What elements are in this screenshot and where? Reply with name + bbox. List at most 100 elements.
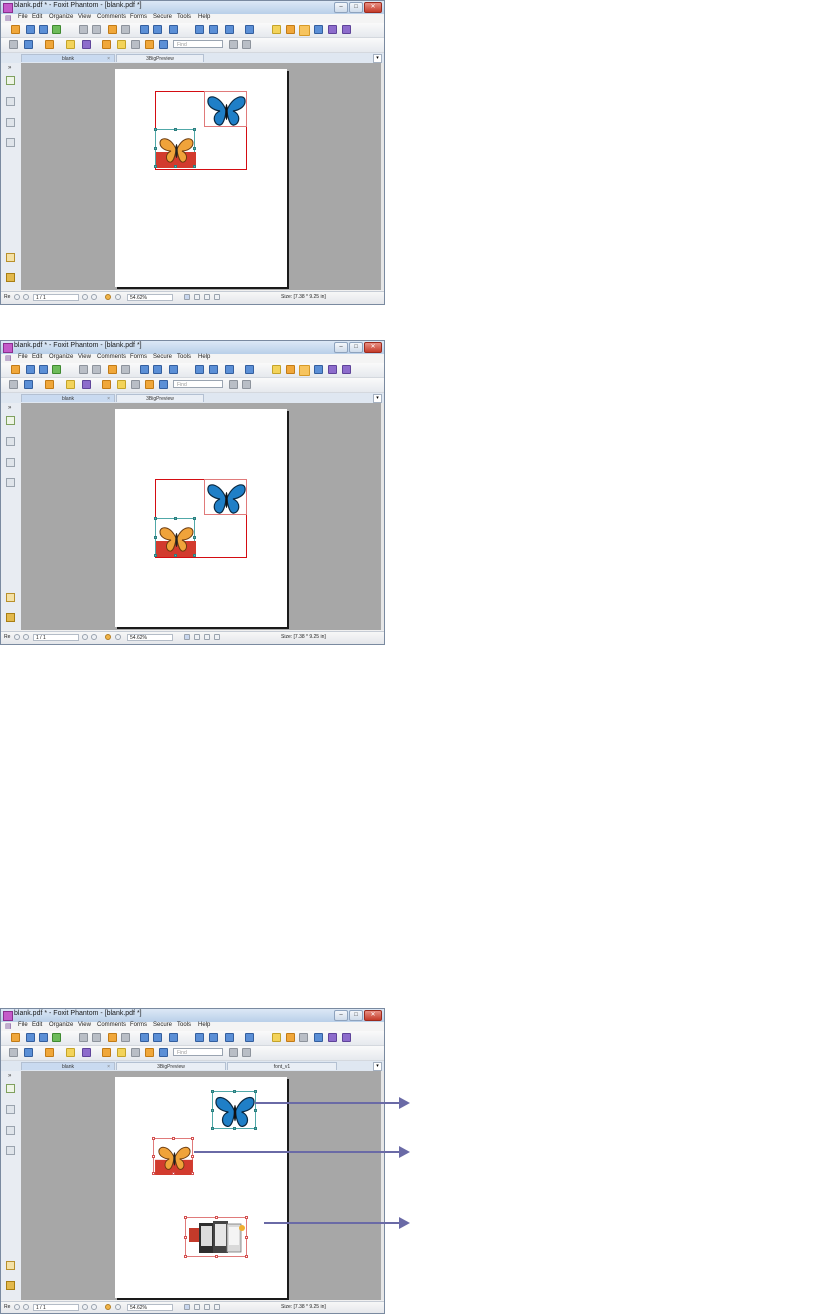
hand-tool-icon[interactable] [272, 365, 281, 374]
save-icon[interactable] [26, 365, 35, 374]
butterfly-orange-image[interactable] [152, 1137, 194, 1175]
menu-help[interactable]: Help [198, 14, 210, 20]
single-page-icon[interactable] [184, 634, 190, 640]
find-next-icon[interactable] [242, 40, 251, 49]
zoom-icon[interactable] [169, 25, 178, 34]
butterfly-blue-image[interactable] [204, 91, 247, 127]
find-previous-icon[interactable] [229, 40, 238, 49]
continuous-facing-icon[interactable] [214, 634, 220, 640]
close-button[interactable]: ✕ [364, 1010, 382, 1021]
resize-handle[interactable] [154, 147, 157, 150]
zoom-out-icon[interactable] [225, 25, 234, 34]
zoom-in-icon[interactable] [245, 25, 254, 34]
continuous-facing-icon[interactable] [214, 1304, 220, 1310]
menu-view[interactable]: View [78, 14, 91, 20]
comments-panel-icon[interactable] [6, 458, 15, 467]
text-box-icon[interactable] [9, 380, 18, 389]
resize-handle[interactable] [211, 1109, 214, 1112]
resize-handle[interactable] [172, 1172, 175, 1175]
hand-tool-icon[interactable] [272, 25, 281, 34]
zoom-icon[interactable] [169, 1033, 178, 1042]
open-icon[interactable] [11, 25, 20, 34]
redo-icon[interactable] [92, 25, 101, 34]
paste-icon[interactable] [153, 1033, 162, 1042]
fit-page-icon[interactable] [195, 365, 204, 374]
pencil-icon[interactable] [24, 380, 33, 389]
butterfly-orange-image[interactable] [154, 517, 196, 557]
resize-handle[interactable] [174, 165, 177, 168]
vertical-scrollbar[interactable] [381, 1071, 384, 1300]
image-tool-icon[interactable] [342, 1033, 351, 1042]
hand-tool-icon[interactable] [272, 1033, 281, 1042]
butterfly-blue-image[interactable] [204, 479, 247, 515]
next-view-status-icon[interactable] [115, 634, 121, 640]
lock-icon[interactable] [82, 380, 91, 389]
previous-view-icon[interactable] [108, 25, 117, 34]
first-page-icon[interactable] [14, 634, 20, 640]
facing-icon[interactable] [204, 294, 210, 300]
text-tool-icon[interactable] [131, 40, 140, 49]
document-view[interactable] [21, 63, 381, 290]
find-next-icon[interactable] [242, 1048, 251, 1057]
lock-icon[interactable] [82, 1048, 91, 1057]
resize-handle[interactable] [215, 1216, 218, 1219]
comments-panel-icon[interactable] [6, 1126, 15, 1135]
tab-blank[interactable]: blank × [21, 54, 115, 62]
menu-edit[interactable]: Edit [32, 354, 42, 360]
lock-icon[interactable] [82, 40, 91, 49]
maximize-button[interactable]: □ [349, 2, 363, 13]
next-page-icon[interactable] [82, 634, 88, 640]
zoom-in-icon[interactable] [245, 1033, 254, 1042]
attachments-panel-icon[interactable] [6, 613, 15, 622]
minimize-button[interactable]: – [334, 1010, 348, 1021]
find-previous-icon[interactable] [229, 380, 238, 389]
print-icon[interactable] [39, 365, 48, 374]
arrow-tool-icon[interactable] [159, 1048, 168, 1057]
prev-page-icon[interactable] [23, 1304, 29, 1310]
resize-handle[interactable] [211, 1127, 214, 1130]
next-view-icon[interactable] [121, 1033, 130, 1042]
continuous-icon[interactable] [194, 634, 200, 640]
print-icon[interactable] [39, 1033, 48, 1042]
resize-handle[interactable] [254, 1090, 257, 1093]
zoom-field[interactable]: 54.62% [127, 634, 173, 641]
last-page-icon[interactable] [91, 634, 97, 640]
menu-comments[interactable]: Comments [97, 1022, 126, 1028]
find-input[interactable]: Find [173, 380, 223, 388]
bookmarks-panel-icon[interactable] [6, 437, 15, 446]
snapshot-icon[interactable] [314, 1033, 323, 1042]
undo-icon[interactable] [79, 25, 88, 34]
attach-icon[interactable] [66, 380, 75, 389]
menu-forms[interactable]: Forms [130, 1022, 147, 1028]
typewriter-icon[interactable] [328, 25, 337, 34]
continuous-facing-icon[interactable] [214, 294, 220, 300]
menu-file[interactable]: File [18, 14, 28, 20]
image-tool-icon[interactable] [342, 25, 351, 34]
menu-forms[interactable]: Forms [130, 354, 147, 360]
menu-view[interactable]: View [78, 1022, 91, 1028]
previous-view-icon[interactable] [108, 365, 117, 374]
fit-page-icon[interactable] [195, 25, 204, 34]
fit-width-icon[interactable] [209, 25, 218, 34]
select-object-icon[interactable] [299, 25, 310, 36]
menu-secure[interactable]: Secure [153, 354, 172, 360]
previous-view-status-icon[interactable] [105, 634, 111, 640]
find-previous-icon[interactable] [229, 1048, 238, 1057]
resize-handle[interactable] [154, 165, 157, 168]
text-box-icon[interactable] [9, 40, 18, 49]
tab-list-chevron-icon[interactable]: ▾ [373, 1062, 382, 1071]
first-page-icon[interactable] [14, 1304, 20, 1310]
bookmarks-panel-icon[interactable] [6, 97, 15, 106]
vertical-scrollbar[interactable] [381, 403, 384, 630]
fit-width-icon[interactable] [209, 1033, 218, 1042]
next-view-status-icon[interactable] [115, 294, 121, 300]
resize-handle[interactable] [184, 1216, 187, 1219]
resize-handle[interactable] [174, 517, 177, 520]
arrow-tool-icon[interactable] [159, 40, 168, 49]
zoom-out-icon[interactable] [225, 365, 234, 374]
page-number-field[interactable]: 1 / 1 [33, 634, 79, 641]
next-page-icon[interactable] [82, 1304, 88, 1310]
tab-3bigpreview[interactable]: 3BigPreview [116, 1062, 226, 1070]
continuous-icon[interactable] [194, 294, 200, 300]
tab-blank[interactable]: blank × [21, 394, 115, 402]
